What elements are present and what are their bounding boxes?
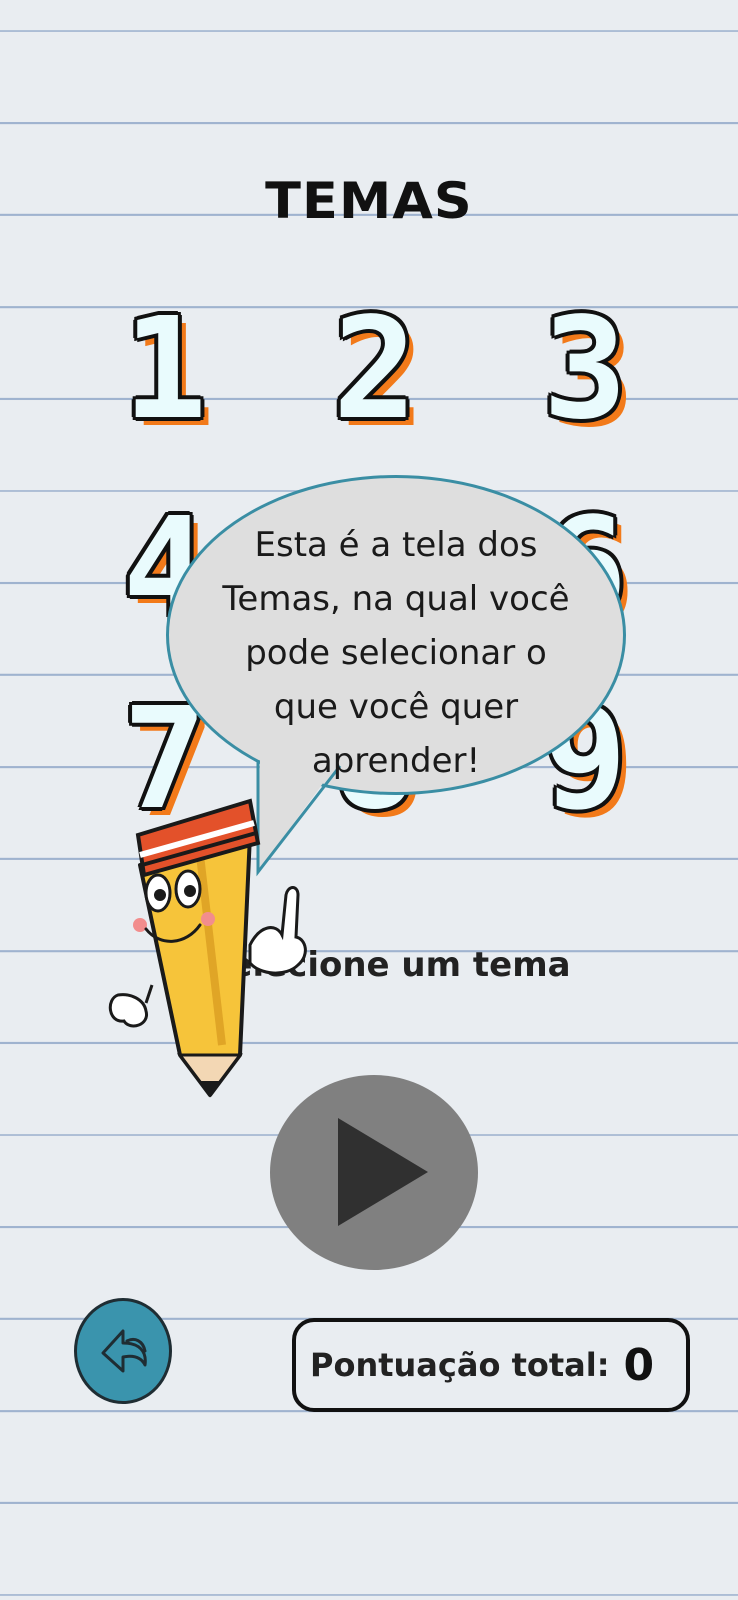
total-score-value: 0 bbox=[623, 1339, 655, 1391]
tutorial-line-5: aprender! bbox=[311, 741, 481, 781]
theme-button-1[interactable]: 1 1 bbox=[90, 288, 240, 451]
tutorial-message: Esta é a tela dos Temas, na qual você po… bbox=[206, 518, 586, 788]
page-title: TEMAS bbox=[265, 172, 473, 230]
theme-button-2[interactable]: 2 2 bbox=[300, 288, 450, 451]
pencil-mascot bbox=[108, 798, 307, 1098]
theme-2-number: 2 bbox=[332, 288, 418, 451]
back-arrow-icon bbox=[101, 1329, 147, 1373]
theme-1-number: 1 bbox=[122, 288, 208, 451]
total-score-box: Pontuação total: 0 bbox=[292, 1318, 690, 1412]
total-score-label: Pontuação total: bbox=[310, 1346, 610, 1384]
theme-3-number: 3 bbox=[542, 288, 628, 451]
back-button[interactable] bbox=[74, 1298, 172, 1404]
tutorial-line-1: Esta é a tela dos bbox=[254, 525, 538, 565]
tutorial-line-4: que você quer bbox=[273, 687, 519, 727]
tutorial-line-2: Temas, na qual você bbox=[222, 579, 570, 619]
theme-button-3[interactable]: 3 3 bbox=[510, 288, 660, 451]
tutorial-line-3: pode selecionar o bbox=[245, 633, 547, 673]
play-icon bbox=[338, 1118, 428, 1226]
